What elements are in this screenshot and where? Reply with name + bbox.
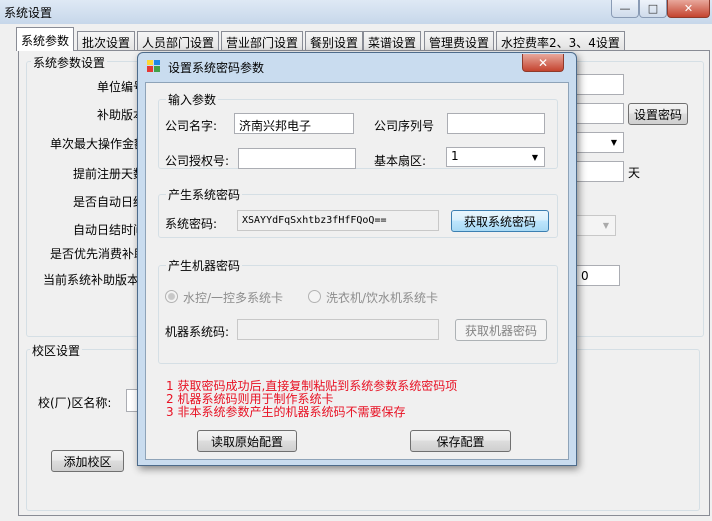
note-line-3: 3 非本系统参数产生的机器系统码不需要保存	[166, 405, 406, 419]
auto-settle-time-picker[interactable]: ▼	[576, 215, 616, 236]
dialog-close-button[interactable]: ✕	[522, 54, 564, 72]
base-sector-label: 基本扇区:	[374, 154, 427, 168]
max-amount-label: 单次最大操作金额	[50, 137, 147, 151]
dialog-client: 输入参数 公司名字: 济南兴邦电子 公司序列号 公司授权号: 基本扇区: 1 ▼…	[145, 82, 569, 460]
tab-meal[interactable]: 餐别设置	[305, 31, 364, 50]
get-system-password-button[interactable]: 获取系统密码	[451, 210, 549, 232]
water-control-radio[interactable]	[165, 290, 178, 303]
base-sector-select[interactable]: 1 ▼	[446, 147, 545, 167]
get-machine-password-button[interactable]: 获取机器密码	[455, 319, 547, 341]
laundry-radio-label: 洗衣机/饮水机系统卡	[326, 291, 439, 305]
campus-group-title: 校区设置	[30, 342, 83, 359]
tab-management-fee[interactable]: 管理费设置	[424, 31, 495, 50]
days-unit-label: 天	[628, 166, 641, 180]
read-original-config-button[interactable]: 读取原始配置	[197, 430, 297, 452]
machine-password-title: 产生机器密码	[166, 257, 243, 274]
current-subsidy-version-input[interactable]: 0	[576, 265, 620, 286]
tab-menu[interactable]: 菜谱设置	[363, 31, 422, 50]
campus-name-label: 校(厂)区名称:	[38, 396, 112, 410]
auto-settle-time-label: 自动日结时间	[73, 223, 146, 237]
pre-register-days-label: 提前注册天数	[73, 167, 146, 181]
water-control-radio-label: 水控/一控多系统卡	[183, 291, 284, 305]
dialog-titlebar: 设置系统密码参数 ✕	[138, 53, 576, 79]
dialog-title: 设置系统密码参数	[168, 61, 265, 75]
machine-code-label: 机器系统码:	[165, 325, 230, 339]
company-name-input[interactable]: 济南兴邦电子	[234, 113, 354, 134]
chevron-down-icon: ▼	[610, 138, 618, 147]
unit-code-input[interactable]	[576, 74, 624, 95]
pre-register-days-input[interactable]	[576, 161, 624, 182]
app-icon	[147, 60, 160, 72]
max-amount-combo[interactable]: ▼	[576, 132, 624, 153]
minimize-button[interactable]: —	[611, 0, 639, 18]
auto-daily-settle-label: 是否自动日结	[73, 195, 146, 209]
chevron-down-icon: ▼	[531, 153, 539, 162]
system-password-label: 系统密码:	[165, 217, 218, 231]
close-button[interactable]: ✕	[667, 0, 710, 18]
maximize-button[interactable]: □	[639, 0, 667, 18]
tab-business-dept[interactable]: 营业部门设置	[221, 31, 304, 50]
company-auth-input[interactable]	[238, 148, 356, 169]
machine-code-output[interactable]	[237, 319, 439, 340]
password-dialog: 设置系统密码参数 ✕ 输入参数 公司名字: 济南兴邦电子 公司序列号 公司授权号…	[137, 52, 577, 466]
tab-staff-dept[interactable]: 人员部门设置	[137, 31, 220, 50]
company-serial-input[interactable]	[447, 113, 545, 134]
company-serial-label: 公司序列号	[374, 119, 435, 133]
window-title: 系统设置	[4, 6, 53, 20]
input-params-title: 输入参数	[166, 91, 219, 108]
company-name-label: 公司名字:	[165, 119, 218, 133]
current-subsidy-version-label: 当前系统补助版本	[43, 273, 140, 287]
company-auth-label: 公司授权号:	[165, 154, 230, 168]
set-password-button[interactable]: 设置密码	[628, 103, 688, 125]
save-config-button[interactable]: 保存配置	[410, 430, 511, 452]
subsidy-version-input[interactable]	[576, 103, 624, 124]
base-sector-value: 1	[451, 149, 459, 163]
add-campus-button[interactable]: 添加校区	[51, 450, 124, 472]
system-params-group-title: 系统参数设置	[31, 54, 108, 71]
tab-water-rate[interactable]: 水控费率2、3、4设置	[496, 31, 625, 50]
laundry-radio[interactable]	[308, 290, 321, 303]
priority-subsidy-label: 是否优先消费补助	[50, 247, 147, 261]
system-password-title: 产生系统密码	[166, 186, 243, 203]
machine-password-group: 产生机器密码	[158, 257, 558, 364]
chevron-down-icon: ▼	[602, 221, 610, 230]
tab-batch[interactable]: 批次设置	[77, 31, 136, 50]
tab-system-params[interactable]: 系统参数	[16, 27, 75, 51]
system-password-output[interactable]: XSAYYdFqSxhtbz3fHfFQoQ==	[237, 210, 439, 231]
main-titlebar: 系统设置 — □ ✕	[0, 0, 712, 24]
